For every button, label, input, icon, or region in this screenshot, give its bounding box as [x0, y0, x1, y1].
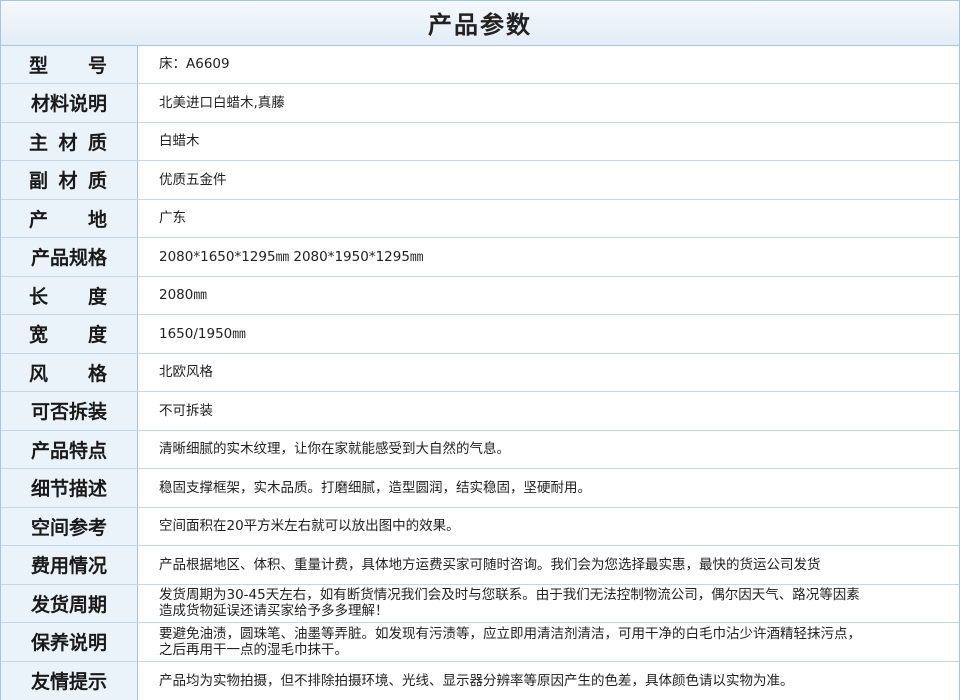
row-label: 费用情况 — [1, 546, 138, 584]
parameter-rows: 型号床：A6609 材料说明 北美进口白蜡木,真藤主材质白蜡木副材质优质五金件产地广… — [1, 45, 959, 700]
table-row: 细节描述 稳固支撑框架，实木品质。打磨细腻，造型圆润，结实稳固，坚硬耐用。 — [1, 469, 959, 508]
row-label-char: 质 — [87, 170, 107, 193]
table-row: 费用情况 产品根据地区、体积、重量计费，具体地方运费买家可随时咨询。我们会为您选择… — [1, 546, 959, 585]
row-value: 空间面积在20平方米左右就可以放出图中的效果。 — [159, 518, 460, 535]
row-value: 优质五金件 — [159, 171, 227, 188]
row-label-char: 材 — [58, 170, 78, 193]
row-label: 发货周期 — [1, 584, 138, 622]
row-label: 产品特点 — [1, 430, 138, 468]
row-value: 床：A6609 — [159, 56, 230, 73]
table-title: 产品参数 — [1, 1, 959, 46]
row-label: 主材质 — [1, 122, 138, 160]
row-label-char: 材 — [58, 131, 78, 154]
table-row: 可否拆装 不可拆装 — [1, 392, 959, 431]
row-label-char: 质 — [87, 131, 107, 154]
row-label-char: 型 — [29, 54, 49, 77]
row-label: 细节描述 — [1, 469, 138, 507]
row-label: 友情提示 — [1, 661, 138, 700]
row-value: 2080*1650*1295㎜ 2080*1950*1295㎜ — [159, 248, 424, 265]
row-label-char: 产 — [29, 208, 49, 231]
row-value: 清晰细腻的实木纹理，让你在家就能感受到大自然的气息。 — [159, 441, 510, 458]
row-label-char: 地 — [87, 208, 107, 231]
table-row: 风格北欧风格 — [1, 353, 959, 392]
row-value: 要避免油渍，圆珠笔、油墨等弄脏。如发现有污渍等，应立即用清洁剂清洁，可用干净的白… — [159, 625, 861, 658]
row-value: 不可拆装 — [159, 402, 213, 419]
row-label-char: 副 — [29, 170, 49, 193]
row-label: 风格 — [1, 353, 138, 391]
table-row: 空间参考 空间面积在20平方米左右就可以放出图中的效果。 — [1, 507, 959, 546]
row-label-char: 度 — [87, 285, 107, 308]
table-row: 副材质 优质五金件 — [1, 161, 959, 200]
row-value: 稳固支撑框架，实木品质。打磨细腻，造型圆润，结实稳固，坚硬耐用。 — [159, 479, 591, 496]
row-label: 材料说明 — [1, 84, 138, 122]
row-value: 产品均为实物拍摄，但不排除拍摄环境、光线、显示器分辨率等原因产生的色差，具体颜色… — [159, 672, 794, 689]
row-label-char: 宽 — [29, 324, 49, 347]
row-value: 白蜡木 — [159, 133, 200, 150]
row-label-char: 风 — [29, 362, 49, 385]
table-row: 长度 2080㎜ — [1, 276, 959, 315]
row-label-char: 长 — [29, 285, 49, 308]
row-label: 产品规格 — [1, 238, 138, 276]
table-row: 产品特点 清晰细腻的实木纹理，让你在家就能感受到大自然的气息。 — [1, 430, 959, 469]
row-value: 北美进口白蜡木,真藤 — [159, 94, 285, 111]
row-value: 北欧风格 — [159, 364, 213, 381]
row-value: 发货周期为30-45天左右，如有断货情况我们会及时与您联系。由于我们无法控制物流… — [159, 587, 860, 620]
table-row: 产地广东 — [1, 199, 959, 238]
row-label-char: 格 — [87, 362, 107, 385]
row-label-char: 度 — [87, 324, 107, 347]
table-row: 产品规格 2080*1650*1295㎜ 2080*1950*1295㎜ — [1, 238, 959, 277]
row-label: 宽度 — [1, 315, 138, 353]
row-value: 1650/1950㎜ — [159, 325, 246, 342]
row-value: 2080㎜ — [159, 287, 207, 304]
table-row: 主材质 白蜡木 — [1, 122, 959, 161]
table-row: 发货周期 发货周期为30-45天左右，如有断货情况我们会及时与您联系。由于我们无法… — [1, 584, 959, 623]
row-label: 长度 — [1, 276, 138, 314]
table-row: 材料说明 北美进口白蜡木,真藤 — [1, 84, 959, 123]
row-label-char: 主 — [29, 131, 49, 154]
row-label: 空间参考 — [1, 507, 138, 545]
row-value: 广东 — [159, 210, 186, 227]
row-label-char: 号 — [87, 54, 107, 77]
row-label: 产地 — [1, 199, 138, 237]
table-row: 型号床：A6609 — [1, 45, 959, 84]
table-row: 友情提示 产品均为实物拍摄，但不排除拍摄环境、光线、显示器分辨率等原因产生的色差，… — [1, 661, 959, 700]
table-row: 保养说明 要避免油渍，圆珠笔、油墨等弄脏。如发现有污渍等，应立即用清洁剂清洁，可用… — [1, 623, 959, 662]
row-label: 副材质 — [1, 161, 138, 199]
row-label: 型号 — [1, 45, 138, 83]
product-parameters-table: 产品参数 型号床：A6609 材料说明 北美进口白蜡木,真藤主材质白蜡木副材质优质五… — [0, 0, 960, 700]
table-row: 宽度 1650/1950㎜ — [1, 315, 959, 354]
row-label: 保养说明 — [1, 623, 138, 661]
row-value: 产品根据地区、体积、重量计费，具体地方运费买家可随时咨询。我们会为您选择最实惠，… — [159, 556, 821, 573]
row-label: 可否拆装 — [1, 392, 138, 430]
